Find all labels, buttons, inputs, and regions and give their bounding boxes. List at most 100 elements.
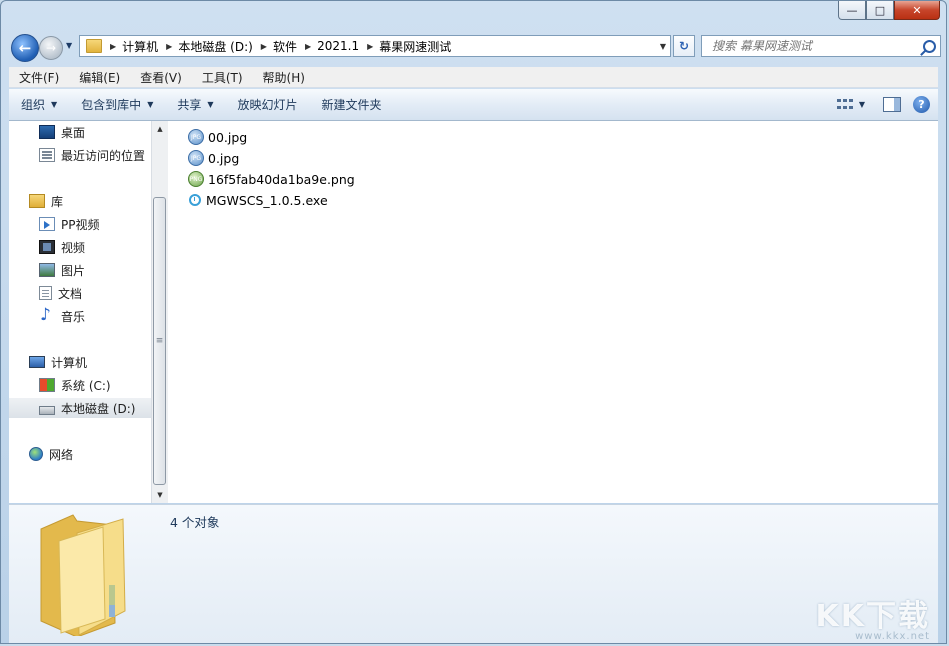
nav-item-documents[interactable]: 文档 xyxy=(39,283,82,303)
breadcrumb-current-folder[interactable]: ▶ 幕果网速测试 xyxy=(359,38,451,55)
share-button[interactable]: 共享 ▼ xyxy=(165,96,225,113)
recent-places-icon xyxy=(39,148,55,162)
nav-item-label: 系统 (C:) xyxy=(61,378,111,393)
nav-item-system-drive[interactable]: 系统 (C:) xyxy=(39,375,111,395)
file-name: 0.jpg xyxy=(208,150,240,166)
include-in-library-button[interactable]: 包含到库中 ▼ xyxy=(69,96,165,113)
navigation-pane: 桌面 最近访问的位置 库 PP视频 视频 图片 文档 音乐 计算机 系统 (C:… xyxy=(9,121,151,503)
computer-icon xyxy=(29,356,45,368)
jpg-file-icon: JPG xyxy=(188,129,204,145)
system-drive-icon xyxy=(39,378,55,392)
menu-view[interactable]: 查看(V) xyxy=(130,69,192,86)
nav-item-network[interactable]: 网络 xyxy=(29,444,73,464)
menu-bar: 文件(F) 编辑(E) 查看(V) 工具(T) 帮助(H) xyxy=(9,67,938,88)
nav-item-desktop[interactable]: 桌面 xyxy=(39,122,85,142)
breadcrumb-2021-1[interactable]: ▶ 2021.1 xyxy=(297,39,359,53)
search-box[interactable] xyxy=(701,35,941,57)
command-bar: 组织 ▼ 包含到库中 ▼ 共享 ▼ 放映幻灯片 新建文件夹 ▼ ? xyxy=(9,89,938,121)
menu-help[interactable]: 帮助(H) xyxy=(253,69,315,86)
menu-edit[interactable]: 编辑(E) xyxy=(69,69,130,86)
search-icon[interactable] xyxy=(923,39,936,53)
libraries-icon xyxy=(29,194,45,208)
new-folder-button[interactable]: 新建文件夹 xyxy=(310,96,394,113)
nav-item-label: 文档 xyxy=(58,286,83,301)
refresh-button[interactable]: ↻ xyxy=(673,35,695,57)
nav-item-label: 最近访问的位置 xyxy=(61,148,146,163)
file-item[interactable]: JPG 00.jpg xyxy=(188,127,247,147)
videos-icon xyxy=(39,240,55,254)
nav-item-videos[interactable]: 视频 xyxy=(39,237,85,257)
chevron-down-icon: ▼ xyxy=(51,100,58,109)
back-button[interactable]: ← xyxy=(11,34,39,62)
nav-item-libraries[interactable]: 库 xyxy=(29,191,63,211)
close-button[interactable]: ✕ xyxy=(894,1,940,20)
include-in-library-label: 包含到库中 xyxy=(81,98,142,112)
preview-pane-icon[interactable] xyxy=(883,97,901,112)
chevron-down-icon[interactable]: ▼ xyxy=(859,100,865,109)
help-icon[interactable]: ? xyxy=(913,96,930,113)
nav-pane-scrollbar[interactable]: ▲ ≡ ▼ xyxy=(151,121,168,503)
exe-file-icon xyxy=(189,194,201,206)
pictures-icon xyxy=(39,263,55,277)
jpg-file-icon: JPG xyxy=(188,150,204,166)
file-item[interactable]: JPG 0.jpg xyxy=(188,148,239,168)
file-item[interactable]: PNG 16f5fab40da1ba9e.png xyxy=(188,169,355,189)
organize-button[interactable]: 组织 ▼ xyxy=(9,96,69,113)
local-disk-icon xyxy=(39,405,55,415)
nav-item-pp-video[interactable]: PP视频 xyxy=(39,214,99,234)
scroll-up-button[interactable]: ▲ xyxy=(152,121,168,137)
address-bar[interactable]: ▶ 计算机 ▶ 本地磁盘 (D:) ▶ 软件 ▶ 2021.1 ▶ 幕果网速测试 ▼ xyxy=(79,35,671,57)
nav-item-label: PP视频 xyxy=(61,217,100,232)
details-pane: 4 个对象 KK下载 www.kkx.net xyxy=(9,504,938,643)
nav-item-label: 本地磁盘 (D:) xyxy=(61,401,136,416)
forward-button[interactable]: → xyxy=(39,36,63,60)
pp-video-icon xyxy=(39,217,55,231)
breadcrumb-d-drive[interactable]: ▶ 本地磁盘 (D:) xyxy=(158,38,253,55)
nav-item-label: 桌面 xyxy=(61,125,86,140)
recent-pages-dropdown[interactable]: ▼ xyxy=(66,41,72,50)
menu-tools[interactable]: 工具(T) xyxy=(192,69,253,86)
breadcrumb-label: 软件 xyxy=(272,39,297,54)
nav-item-pictures[interactable]: 图片 xyxy=(39,260,85,280)
new-folder-label: 新建文件夹 xyxy=(321,98,382,112)
scroll-down-button[interactable]: ▼ xyxy=(152,487,168,503)
breadcrumb-label: 计算机 xyxy=(122,39,159,54)
search-input[interactable] xyxy=(710,38,914,54)
command-bar-right: ▼ ? xyxy=(836,96,938,113)
explorer-window: — □ ✕ ← → ▼ ▶ 计算机 ▶ 本地磁盘 (D:) ▶ 软件 ▶ 2021.1 … xyxy=(0,0,947,644)
breadcrumb-computer[interactable]: ▶ 计算机 xyxy=(102,38,158,55)
nav-item-label: 视频 xyxy=(61,240,86,255)
nav-item-local-disk-d[interactable]: 本地磁盘 (D:) xyxy=(9,398,151,418)
music-icon xyxy=(39,305,55,325)
file-name: 16f5fab40da1ba9e.png xyxy=(208,171,355,187)
network-icon xyxy=(29,447,43,461)
breadcrumb-label: 本地磁盘 (D:) xyxy=(178,39,253,54)
file-name: 00.jpg xyxy=(208,129,248,145)
breadcrumb-label: 2021.1 xyxy=(317,39,360,53)
address-dropdown[interactable]: ▼ xyxy=(660,42,666,51)
nav-item-label: 计算机 xyxy=(51,355,88,370)
file-name: MGWSCS_1.0.5.exe xyxy=(206,192,328,208)
file-item[interactable]: MGWSCS_1.0.5.exe xyxy=(188,190,328,210)
nav-item-label: 音乐 xyxy=(61,309,86,324)
folder-icon xyxy=(40,514,126,636)
navigation-row: ← → ▼ ▶ 计算机 ▶ 本地磁盘 (D:) ▶ 软件 ▶ 2021.1 ▶ 幕果网速测… xyxy=(9,31,941,62)
maximize-button[interactable]: □ xyxy=(866,1,894,20)
nav-item-label: 图片 xyxy=(61,263,86,278)
folder-icon xyxy=(86,39,102,53)
slideshow-label: 放映幻灯片 xyxy=(237,98,298,112)
file-list: JPG 00.jpg JPG 0.jpg PNG 16f5fab40da1ba9e.p… xyxy=(168,121,938,503)
change-view-icon[interactable] xyxy=(836,98,853,111)
slideshow-button[interactable]: 放映幻灯片 xyxy=(226,96,310,113)
scroll-thumb[interactable]: ≡ xyxy=(153,197,166,485)
breadcrumb-software[interactable]: ▶ 软件 xyxy=(253,38,297,55)
nav-item-recent-places[interactable]: 最近访问的位置 xyxy=(39,145,145,165)
item-count: 4 个对象 xyxy=(170,515,220,530)
png-file-icon: PNG xyxy=(188,171,204,187)
menu-file[interactable]: 文件(F) xyxy=(9,69,69,86)
chevron-down-icon: ▼ xyxy=(207,100,214,109)
nav-item-music[interactable]: 音乐 xyxy=(39,305,86,326)
desktop-icon xyxy=(39,125,55,139)
minimize-button[interactable]: — xyxy=(838,1,866,20)
nav-item-computer[interactable]: 计算机 xyxy=(29,352,87,372)
